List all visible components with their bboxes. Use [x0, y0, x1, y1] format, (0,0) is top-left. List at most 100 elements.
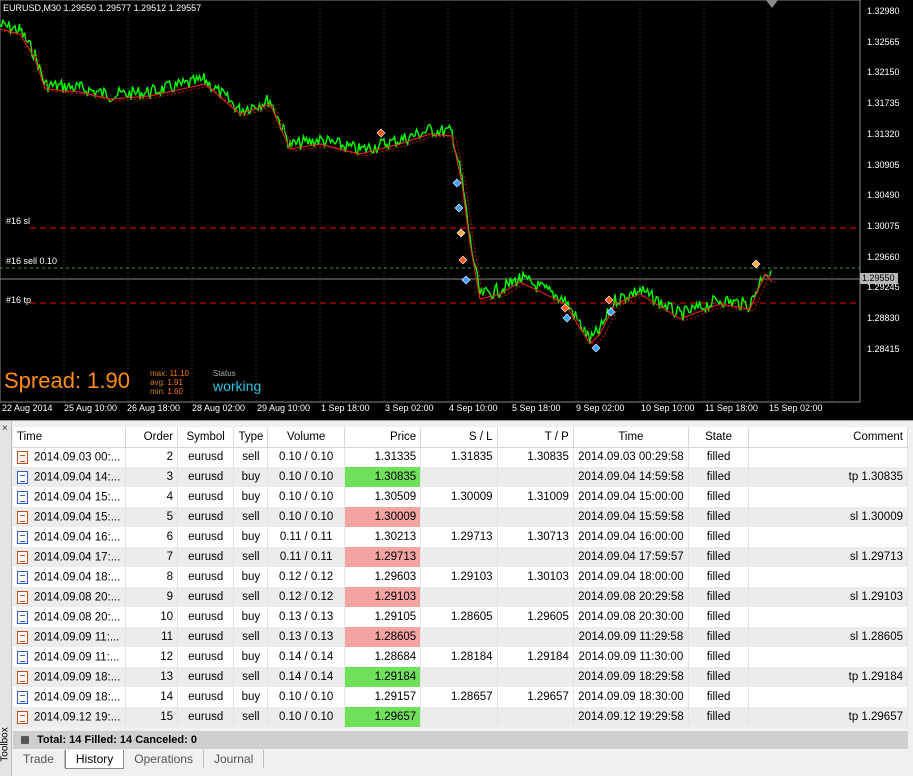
column-header[interactable]: Volume — [267, 427, 345, 448]
volume-cell: 0.10 / 0.10 — [267, 447, 345, 467]
table-row[interactable]: 2014.09.08 20:... 10 eurusd buy 0.13 / 0.13 1… — [13, 607, 908, 627]
sl-cell: 1.31835 — [420, 447, 498, 467]
column-header[interactable]: State — [688, 427, 750, 448]
time-tick-label: 10 Sep 10:00 — [641, 403, 695, 413]
order-document-icon — [17, 450, 28, 464]
order-cell: 11 — [125, 627, 179, 647]
avg-value: 1.91 — [167, 378, 183, 387]
type-cell: sell — [233, 707, 269, 727]
table-row[interactable]: 2014.09.08 20:... 9 eurusd sell 0.12 / 0.12 1… — [13, 587, 908, 607]
order-time-text: 2014.09.04 18:... — [34, 571, 121, 584]
time-axis: 22 Aug 2014 25 Aug 10:00 26 Aug 18:00 28 Au… — [0, 402, 860, 420]
tp-cell — [497, 467, 574, 487]
sl-cell — [420, 587, 498, 607]
avg-label: avg: — [150, 378, 166, 387]
sl-cell — [420, 507, 498, 527]
symbol-cell: eurusd — [177, 547, 235, 567]
toolbox-tabs: Trade History Operations Journal — [13, 750, 265, 772]
volume-cell: 0.11 / 0.11 — [267, 547, 345, 567]
time-tick-label: 3 Sep 02:00 — [385, 403, 434, 413]
order-time-cell: 2014.09.08 20:... — [13, 607, 126, 627]
summary-text: Total: 14 Filled: 14 Canceled: 0 — [37, 734, 197, 746]
table-row[interactable]: 2014.09.03 00:... 2 eurusd sell 0.10 / 0.10 1… — [13, 447, 908, 467]
table-row[interactable]: 2014.09.09 11:... 12 eurusd buy 0.14 / 0.14 1… — [13, 647, 908, 667]
column-header[interactable]: T / P — [497, 427, 574, 448]
column-header[interactable]: Comment — [748, 427, 908, 448]
order-time-text: 2014.09.04 14:... — [34, 471, 121, 484]
table-row[interactable]: 2014.09.04 16:... 6 eurusd buy 0.11 / 0.11 1.… — [13, 527, 908, 547]
spread-stats: max: 11.10 avg: 1.91 min: 1.60 — [150, 369, 189, 396]
tp-cell — [497, 547, 574, 567]
time2-cell: 2014.09.04 18:00:00 — [573, 567, 689, 587]
chart-canvas — [0, 0, 861, 403]
table-row[interactable]: 2014.09.12 19:... 15 eurusd sell 0.10 / 0.10… — [13, 707, 908, 727]
table-row[interactable]: 2014.09.09 18:... 13 eurusd sell 0.14 / 0.14… — [13, 667, 908, 687]
time-tick-label: 25 Aug 10:00 — [64, 403, 118, 413]
sl-cell: 1.28184 — [420, 647, 498, 667]
min-label: min: — [150, 387, 166, 396]
volume-cell: 0.10 / 0.10 — [267, 487, 345, 507]
time-tick-label: 1 Sep 18:00 — [321, 403, 370, 413]
comment-cell — [748, 567, 908, 587]
table-row[interactable]: 2014.09.04 17:... 7 eurusd sell 0.11 / 0.11 1… — [13, 547, 908, 567]
time-tick-label: 26 Aug 18:00 — [127, 403, 181, 413]
symbol-cell: eurusd — [177, 447, 235, 467]
tab-operations[interactable]: Operations — [124, 750, 204, 768]
volume-cell: 0.12 / 0.12 — [267, 587, 345, 607]
min-value: 1.60 — [167, 387, 183, 396]
sl-cell: 1.28605 — [420, 607, 498, 627]
table-header: Time Order Symbol Type Volume Price S / LT / P… — [13, 427, 908, 448]
column-header[interactable]: Order — [125, 427, 179, 448]
price-cell: 1.29657 — [344, 707, 422, 727]
table-row[interactable]: 2014.09.04 15:... 5 eurusd sell 0.10 / 0.10 1… — [13, 507, 908, 527]
column-header[interactable]: Symbol — [177, 427, 235, 448]
state-cell: filled — [688, 487, 750, 507]
tp-cell: 1.31009 — [497, 487, 574, 507]
price-cell: 1.30009 — [344, 507, 422, 527]
sl-cell — [420, 627, 498, 647]
order-document-icon — [17, 590, 28, 604]
order-cell: 6 — [125, 527, 179, 547]
time2-cell: 2014.09.09 18:29:58 — [573, 667, 689, 687]
tp-cell: 1.30713 — [497, 527, 574, 547]
table-row[interactable]: 2014.09.04 18:... 8 eurusd buy 0.12 / 0.12 1.… — [13, 567, 908, 587]
order-document-icon — [17, 470, 28, 484]
time-tick-label: 9 Sep 02:00 — [576, 403, 625, 413]
table-row[interactable]: 2014.09.09 18:... 14 eurusd buy 0.10 / 0.10 1… — [13, 687, 908, 707]
tab-history[interactable]: History — [64, 750, 125, 769]
price-chart[interactable]: EURUSD,M30 1.29550 1.29577 1.29512 1.295… — [0, 0, 913, 420]
column-header[interactable]: Time — [13, 427, 126, 448]
comment-cell — [748, 487, 908, 507]
order-time-cell: 2014.09.04 17:... — [13, 547, 126, 567]
comment-cell: tp 1.30835 — [748, 467, 908, 487]
volume-cell: 0.13 / 0.13 — [267, 627, 345, 647]
column-header[interactable]: Time — [573, 427, 689, 448]
close-icon[interactable]: × — [2, 423, 8, 434]
column-header[interactable]: Price — [344, 427, 422, 448]
column-header[interactable]: Type — [233, 427, 269, 448]
price-tick-label: 1.31320 — [867, 128, 900, 139]
column-header[interactable]: S / L — [420, 427, 498, 448]
order-cell: 15 — [125, 707, 179, 727]
chart-title: EURUSD,M30 1.29550 1.29577 1.29512 1.295… — [3, 3, 202, 13]
max-label: max: — [150, 369, 168, 378]
time2-cell: 2014.09.04 15:59:58 — [573, 507, 689, 527]
volume-cell: 0.10 / 0.10 — [267, 467, 345, 487]
price-cell: 1.29713 — [344, 547, 422, 567]
price-cell: 1.29105 — [344, 607, 422, 627]
table-row[interactable]: 2014.09.09 11:... 11 eurusd sell 0.13 / 0.13… — [13, 627, 908, 647]
plot-area — [0, 0, 861, 403]
order-time-cell: 2014.09.08 20:... — [13, 587, 126, 607]
table-row[interactable]: 2014.09.04 14:... 3 eurusd buy 0.10 / 0.10 1.… — [13, 467, 908, 487]
time-tick-label: 5 Sep 18:00 — [512, 403, 561, 413]
sl-line-label: #16 sl — [6, 216, 31, 226]
volume-cell: 0.10 / 0.10 — [267, 707, 345, 727]
table-row[interactable]: 2014.09.04 15:... 4 eurusd buy 0.10 / 0.10 1.… — [13, 487, 908, 507]
time2-cell: 2014.09.09 11:29:58 — [573, 627, 689, 647]
state-cell: filled — [688, 647, 750, 667]
tab-trade[interactable]: Trade — [13, 750, 65, 768]
sl-cell: 1.30009 — [420, 487, 498, 507]
symbol-cell: eurusd — [177, 467, 235, 487]
symbol-cell: eurusd — [177, 647, 235, 667]
tab-journal[interactable]: Journal — [204, 750, 265, 768]
